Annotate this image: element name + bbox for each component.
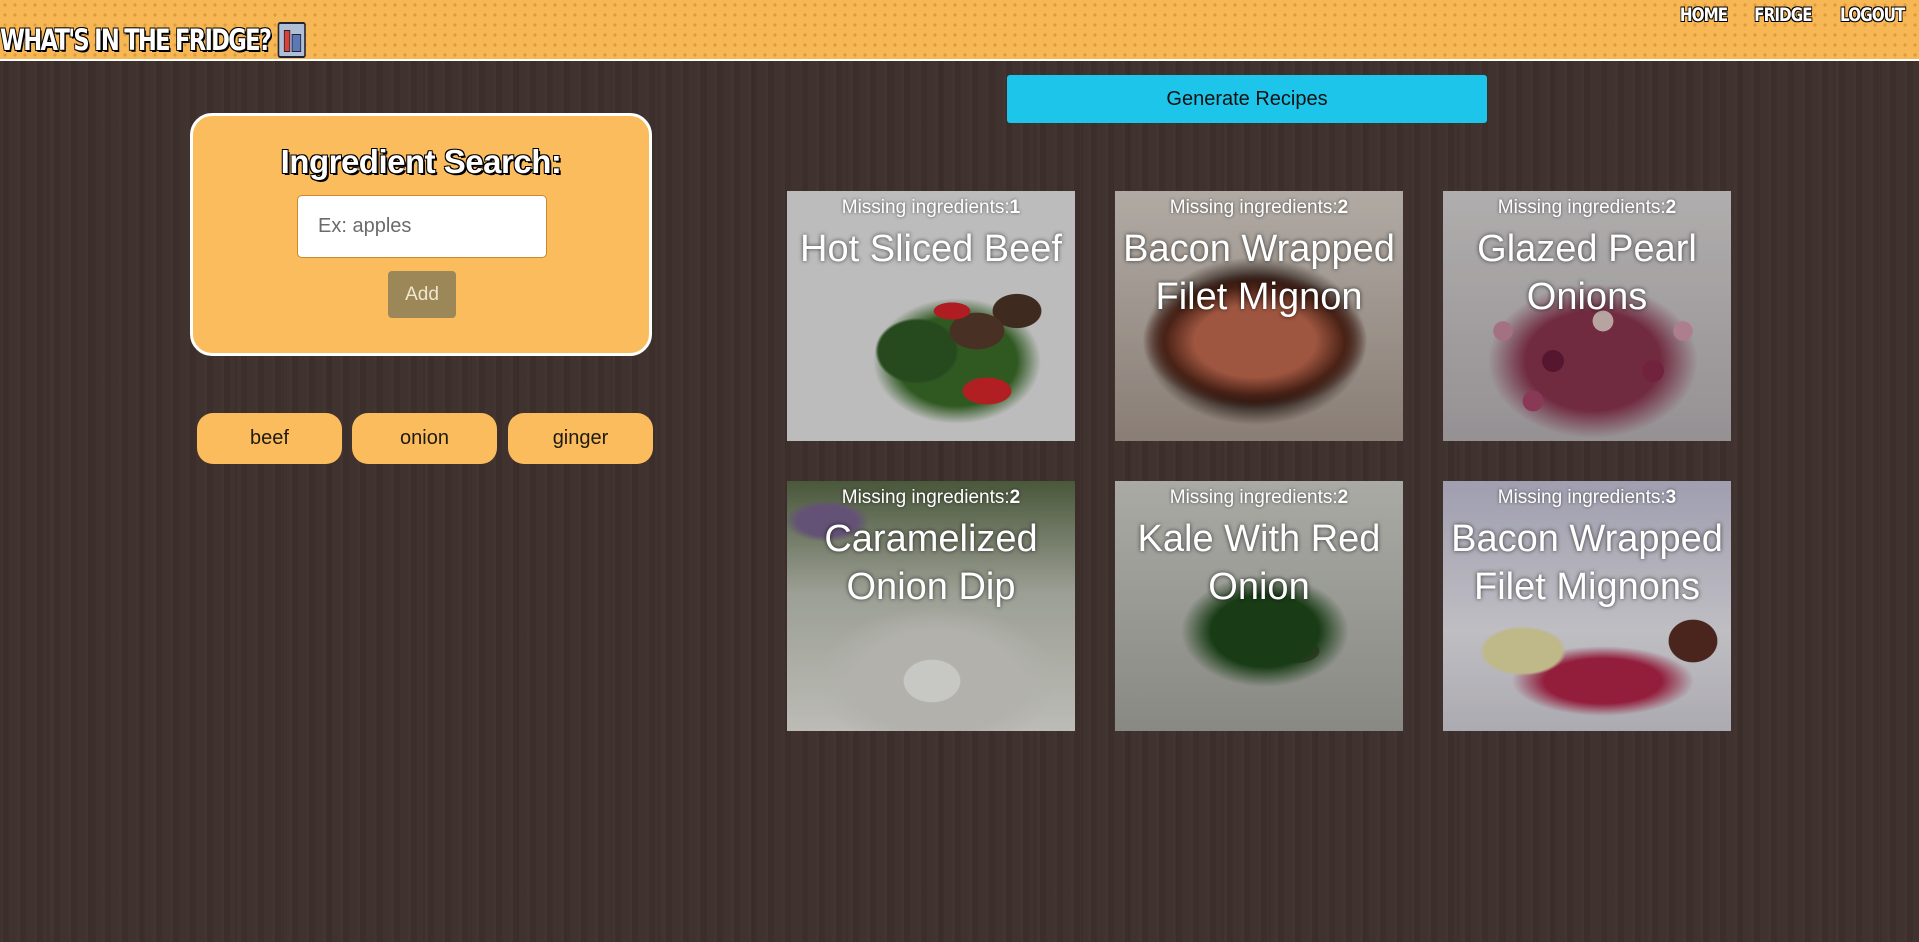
nav-logout-link[interactable]: LOGOUT [1841,4,1906,26]
missing-count: 2 [1009,487,1021,508]
recipe-card[interactable]: Missing ingredients:1 Hot Sliced Beef [787,191,1075,441]
generate-recipes-button[interactable]: Generate Recipes [1007,75,1487,123]
ingredient-search-input[interactable] [297,195,547,258]
recipe-title: Bacon Wrapped Filet Mignon [1123,228,1395,318]
recipe-title: Glazed Pearl Onions [1477,228,1697,318]
missing-ingredients: Missing ingredients:2 [1169,197,1349,218]
recipe-card[interactable]: Missing ingredients:2 Caramelized Onion … [787,481,1075,731]
missing-ingredients: Missing ingredients:1 [841,197,1021,218]
missing-count: 1 [1009,197,1021,218]
missing-count: 2 [1337,487,1349,508]
missing-ingredients: Missing ingredients:3 [1497,487,1677,508]
ingredient-search-panel: Ingredient Search: Add [190,113,652,356]
recipe-title: Kale With Red Onion [1137,518,1381,608]
nav-home-link[interactable]: HOME [1679,4,1727,26]
ingredient-chip-onion[interactable]: onion [352,413,497,464]
missing-count: 2 [1337,197,1349,218]
nav-fridge-link[interactable]: FRIDGE [1754,4,1812,26]
missing-count: 3 [1665,487,1677,508]
top-navbar: WHAT'S IN THE FRIDGE? HOME FRIDGE LOGOUT [0,0,1919,61]
recipe-title: Bacon Wrapped Filet Mignons [1451,518,1723,608]
recipe-card[interactable]: Missing ingredients:2 Bacon Wrapped File… [1115,191,1403,441]
missing-ingredients: Missing ingredients:2 [1169,487,1349,508]
ingredient-chip-beef[interactable]: beef [197,413,342,464]
recipe-title: Hot Sliced Beef [800,228,1062,270]
missing-ingredients: Missing ingredients:2 [841,487,1021,508]
fridge-icon [278,22,307,58]
ingredient-search-title: Ingredient Search: [280,143,562,180]
main-nav: HOME FRIDGE LOGOUT [1674,4,1914,26]
recipe-card[interactable]: Missing ingredients:3 Bacon Wrapped File… [1443,481,1731,731]
ingredient-chip-ginger[interactable]: ginger [508,413,653,464]
recipe-card[interactable]: Missing ingredients:2 Kale With Red Onio… [1115,481,1403,731]
add-ingredient-button[interactable]: Add [388,271,456,318]
missing-ingredients: Missing ingredients:2 [1497,197,1677,218]
brand-text: WHAT'S IN THE FRIDGE? [0,23,272,57]
recipe-card[interactable]: Missing ingredients:2 Glazed Pearl Onion… [1443,191,1731,441]
brand-title[interactable]: WHAT'S IN THE FRIDGE? [0,20,307,60]
recipe-title: Caramelized Onion Dip [824,518,1038,608]
missing-count: 2 [1665,197,1677,218]
